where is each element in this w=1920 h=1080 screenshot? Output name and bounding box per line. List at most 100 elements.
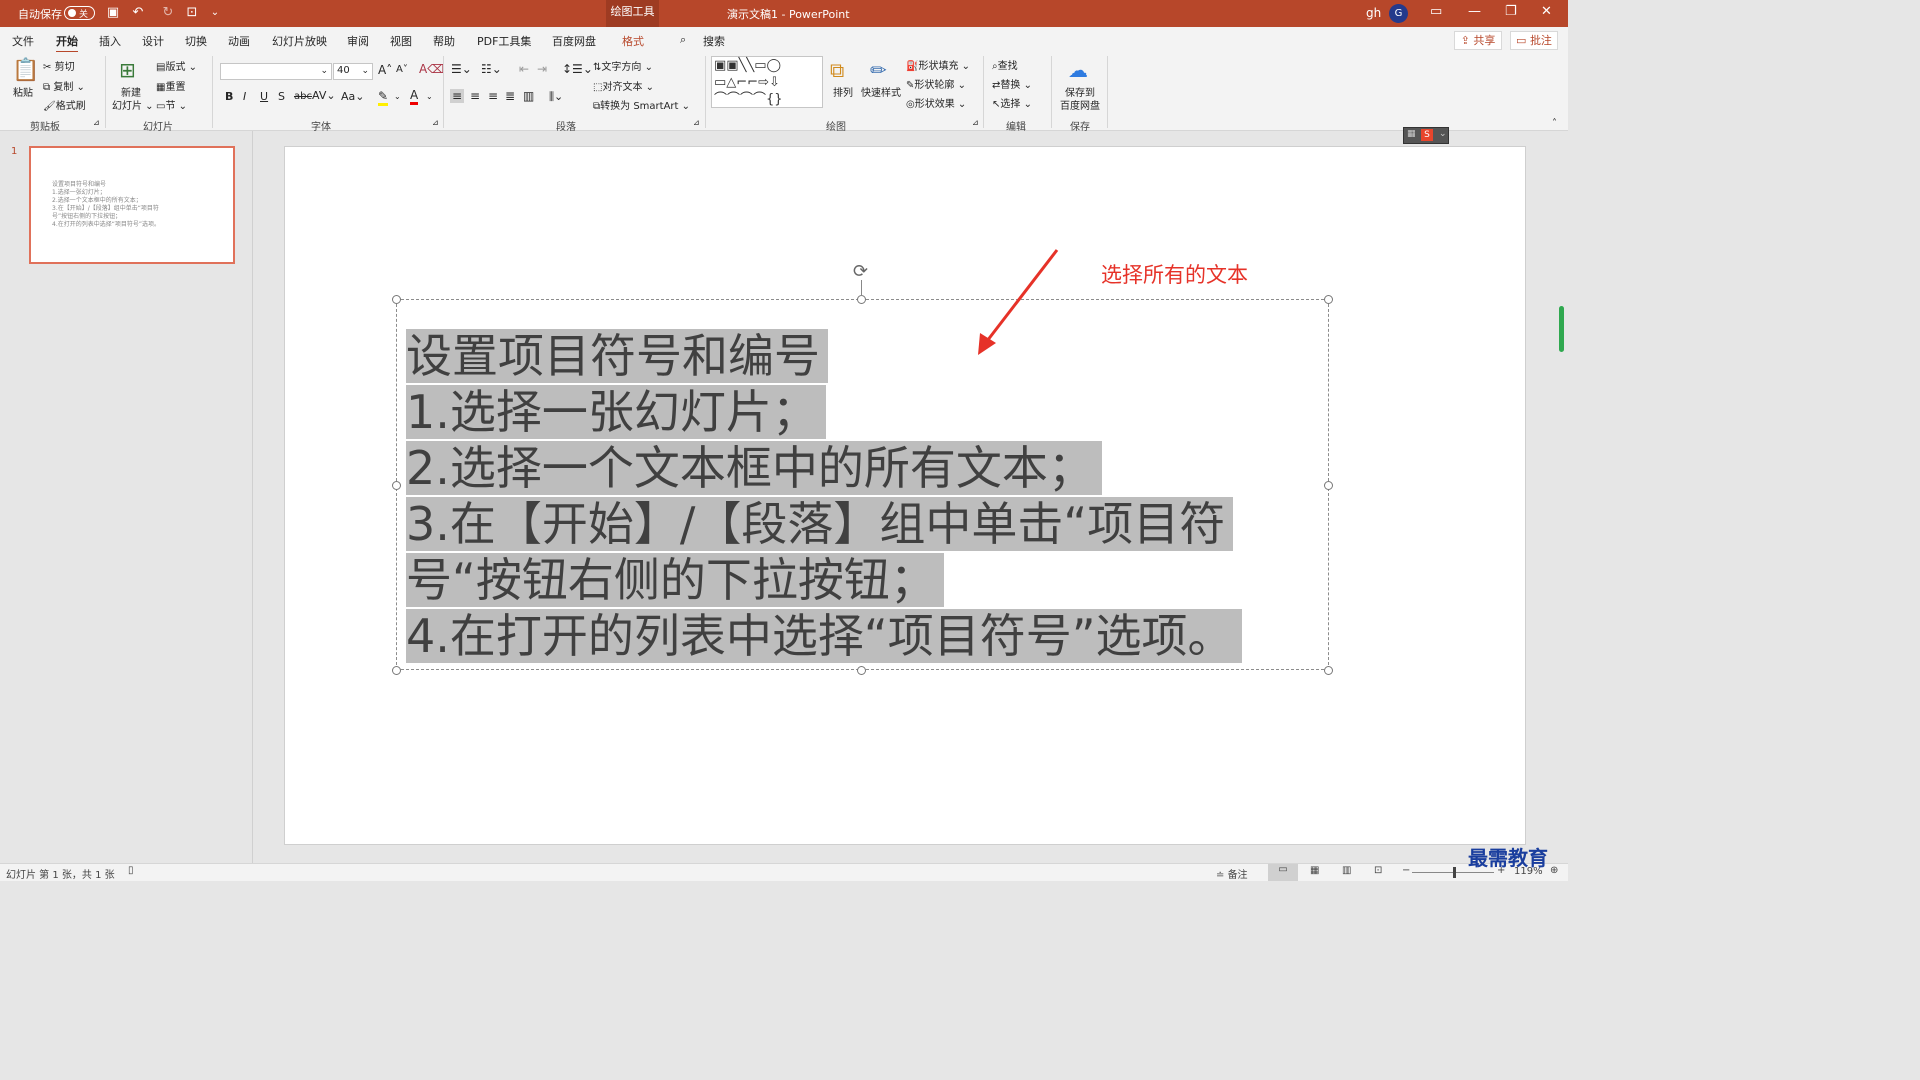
char-spacing-button[interactable]: AV⌄ [312, 89, 336, 102]
customize-qat-icon[interactable]: ⌄ [207, 5, 223, 21]
undo-icon[interactable]: ↶ [130, 5, 146, 21]
align-text-button[interactable]: ⬚对齐文本 ⌄ [593, 78, 654, 93]
tab-animations[interactable]: 动画 [228, 33, 250, 49]
save-baidu-label-2[interactable]: 百度网盘 [1060, 97, 1100, 112]
tab-pdf-tools[interactable]: PDF工具集 [477, 33, 531, 49]
smartart-button[interactable]: ⧉转换为 SmartArt ⌄ [593, 97, 690, 112]
clear-format-icon[interactable]: A⌫ [419, 62, 444, 76]
reset-button[interactable]: ▦重置 [156, 78, 185, 93]
ribbon-display-icon[interactable]: ▭ [1430, 4, 1442, 19]
format-painter-button[interactable]: 🖌格式刷 [43, 97, 86, 112]
search-icon[interactable]: ⌕ [680, 33, 686, 47]
arrange-icon[interactable]: ⧉ [830, 58, 844, 82]
highlight-dropdown-icon[interactable]: ⌄ [394, 92, 401, 101]
align-left-icon[interactable]: ≡ [450, 89, 465, 103]
user-name[interactable]: gh [1366, 6, 1381, 20]
tab-help[interactable]: 帮助 [433, 33, 455, 49]
slide-text-line[interactable]: 号“按钮右侧的下拉按钮； [406, 552, 944, 608]
columns-icon[interactable]: ⫼⌄ [549, 90, 563, 104]
resize-handle[interactable] [1324, 666, 1333, 675]
tab-home[interactable]: 开始 [56, 33, 78, 54]
baidu-cloud-icon[interactable]: ☁ [1068, 58, 1088, 82]
slide-text-line[interactable]: 设置项目符号和编号 [406, 328, 828, 384]
vertical-scrollbar[interactable] [1559, 306, 1564, 352]
slide-text-line[interactable]: 1.选择一张幻灯片； [406, 384, 826, 440]
tab-review[interactable]: 审阅 [347, 33, 369, 49]
highlight-icon[interactable]: ✎ [378, 89, 389, 106]
increase-indent-icon[interactable]: ⇥ [537, 62, 547, 76]
fit-slide-icon[interactable]: ⊕ [1550, 865, 1558, 876]
replace-button[interactable]: ⇄替换 ⌄ [992, 76, 1032, 91]
autosave-toggle[interactable]: 关 [64, 6, 95, 20]
justify-icon[interactable]: ≣ [505, 89, 515, 103]
shape-outline-button[interactable]: ✎形状轮廓 ⌄ [906, 76, 966, 91]
italic-button[interactable]: I [243, 90, 246, 103]
tab-view[interactable]: 视图 [390, 33, 412, 49]
text-direction-button[interactable]: ⇅文字方向 ⌄ [593, 58, 653, 73]
normal-view-icon[interactable]: ▭ [1268, 864, 1298, 881]
underline-button[interactable]: U [260, 90, 268, 103]
resize-handle[interactable] [392, 666, 401, 675]
close-icon[interactable]: ✕ [1541, 4, 1552, 19]
restore-icon[interactable]: ❐ [1505, 4, 1517, 19]
resize-handle[interactable] [857, 295, 866, 304]
search-label[interactable]: 搜索 [703, 33, 725, 49]
align-center-icon[interactable]: ≡ [470, 89, 480, 103]
resize-handle[interactable] [392, 295, 401, 304]
shape-fill-button[interactable]: ⛽形状填充 ⌄ [906, 57, 970, 72]
font-launcher-icon[interactable]: ⊿ [432, 118, 439, 127]
resize-handle[interactable] [857, 666, 866, 675]
font-color-icon[interactable]: A [410, 88, 419, 105]
tab-transitions[interactable]: 切换 [185, 33, 207, 49]
collapse-ribbon-icon[interactable]: ˄ [1552, 118, 1557, 129]
rotate-handle-icon[interactable]: ⟳ [853, 261, 868, 282]
decrease-indent-icon[interactable]: ⇤ [519, 62, 529, 76]
paragraph-launcher-icon[interactable]: ⊿ [693, 118, 700, 127]
tab-file[interactable]: 文件 [12, 33, 34, 49]
tab-design[interactable]: 设计 [142, 33, 164, 49]
bold-button[interactable]: B [225, 90, 233, 103]
new-slide-icon[interactable]: ⊞ [119, 58, 136, 82]
slideshow-view-icon[interactable]: ⊡ [1374, 865, 1382, 876]
copy-button[interactable]: ⧉ 复制 ⌄ [43, 78, 85, 93]
reading-view-icon[interactable]: ▥ [1342, 865, 1351, 876]
grow-font-button[interactable]: A˄ [378, 63, 392, 77]
shapes-gallery[interactable]: ▣▣╲╲▭◯ ▭△⌐⌐⇨⇩ ⌒⌒⌒⌒{} [711, 56, 823, 108]
font-size-input[interactable]: 40 ⌄ [333, 63, 373, 80]
slide-sorter-icon[interactable]: ▦ [1310, 865, 1319, 876]
change-case-button[interactable]: Aa⌄ [341, 90, 364, 103]
paste-button[interactable]: 粘贴 [13, 84, 33, 99]
paste-icon[interactable]: 📋 [12, 58, 39, 83]
slide-text-line[interactable]: 2.选择一个文本框中的所有文本； [406, 440, 1102, 496]
font-color-dropdown-icon[interactable]: ⌄ [426, 92, 433, 101]
tab-slideshow[interactable]: 幻灯片放映 [272, 33, 327, 49]
save-icon[interactable]: ▣ [105, 5, 121, 21]
accessibility-icon[interactable]: ▯ [128, 865, 134, 876]
avatar[interactable]: G [1389, 4, 1408, 23]
quick-styles-icon[interactable]: ✏ [870, 58, 887, 82]
new-slide-label-2[interactable]: 幻灯片 ⌄ [112, 97, 154, 112]
tab-format[interactable]: 格式 [622, 33, 644, 49]
find-button[interactable]: ⌕查找 [992, 57, 1018, 72]
input-method-toolbar[interactable]: ▦ S ⌄ [1403, 127, 1449, 144]
clipboard-launcher-icon[interactable]: ⊿ [93, 118, 100, 127]
minimize-icon[interactable]: — [1468, 4, 1481, 19]
tab-baidu-netdisk[interactable]: 百度网盘 [552, 33, 596, 49]
layout-button[interactable]: ▤版式 ⌄ [156, 58, 197, 73]
notes-button[interactable]: ≐ 备注 [1216, 866, 1248, 881]
select-button[interactable]: ↖选择 ⌄ [992, 95, 1032, 110]
tab-insert[interactable]: 插入 [99, 33, 121, 49]
line-spacing-icon[interactable]: ↕☰⌄ [562, 62, 593, 76]
slide-text-line[interactable]: 3.在【开始】/【段落】组中单击“项目符 [406, 496, 1234, 552]
font-name-input[interactable]: ⌄ [220, 63, 332, 80]
slide-text-line[interactable]: 4.在打开的列表中选择“项目符号”选项。 [406, 608, 1242, 664]
redo-icon[interactable]: ↻ [160, 5, 176, 21]
comment-button[interactable]: ▭ 批注 [1510, 31, 1558, 50]
shadow-button[interactable]: S [278, 90, 285, 103]
resize-handle[interactable] [392, 481, 401, 490]
section-button[interactable]: ▭节 ⌄ [156, 97, 187, 112]
presentation-icon[interactable]: ⊡ [184, 5, 200, 21]
bullets-icon[interactable]: ☰⌄ [451, 62, 472, 76]
zoom-thumb[interactable] [1453, 867, 1456, 878]
resize-handle[interactable] [1324, 481, 1333, 490]
